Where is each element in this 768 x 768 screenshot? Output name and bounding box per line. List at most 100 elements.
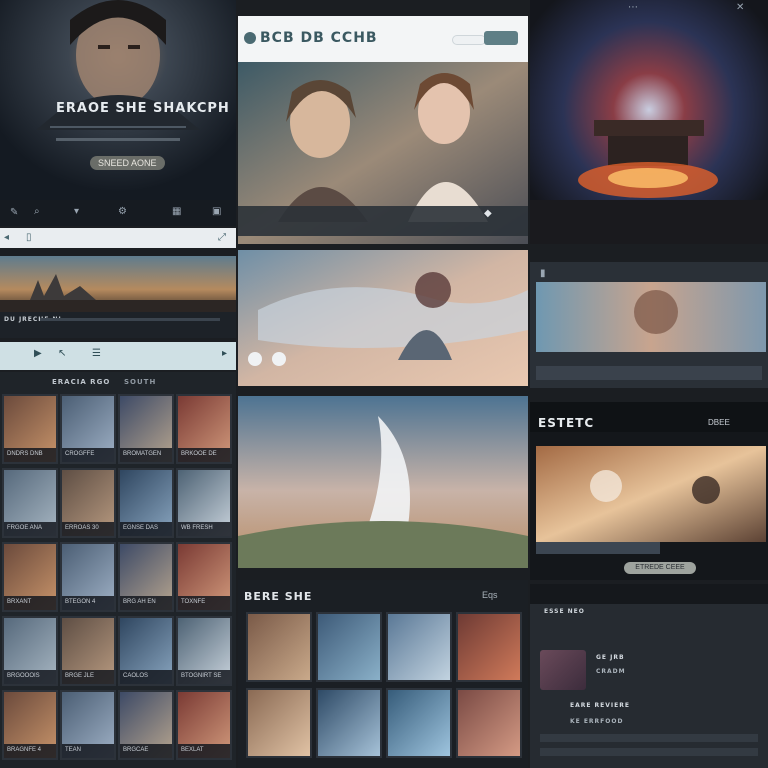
hero-divider [50,126,186,128]
gallery-header: ERACIA RGO [52,378,111,386]
gallery-thumb-caption: BRKOOE DE [178,448,230,462]
gallery-thumb-caption: FRGOE ANA [4,522,56,536]
toggle-left-icon[interactable] [248,352,262,366]
battle-image [530,0,768,244]
sky-figure-image [238,250,528,386]
promo-card: ESTETC DBEE ETREDE CEEE [530,402,768,580]
brand-mark-icon: ◆ [484,208,492,219]
gallery-thumb[interactable]: BRKOOE DE [176,394,232,464]
profile-line-2: CRADM [596,668,626,675]
right-wide-card: ▮ [530,262,768,388]
right-wide-caption-bar [536,366,762,380]
toggle-right-icon[interactable] [272,352,286,366]
gallery-thumb-caption: BTOGNIRT SE [178,670,230,684]
gallery-thumb-caption: BRGCAE [120,744,172,758]
gallery-grid: ERACIA RGO SOUTH DNDRS DNB CROGFFE BROMATG… [0,372,236,768]
bottom-gallery-thumb[interactable] [456,688,522,758]
sky-large-card [238,396,528,568]
gallery-thumb-caption: TOXNFE [178,596,230,610]
hero-cta-button[interactable]: SNEED AONE [90,156,165,170]
profile-line-3: EARE REVIERE [570,702,630,709]
gallery-subheader: SOUTH [124,378,157,386]
bottom-gallery-thumb[interactable] [386,688,452,758]
hero-subtext [56,138,180,141]
bottom-gallery-thumb[interactable] [246,688,312,758]
gallery-thumb[interactable]: BROMATGEN [118,394,174,464]
gallery-thumb[interactable]: BRGOOOIS [2,616,58,686]
bottom-gallery-thumb[interactable] [316,612,382,682]
grid-icon[interactable]: ▦ [172,206,181,217]
back-icon[interactable]: ◂ [4,232,9,243]
promo-image [536,446,766,542]
gallery-thumb[interactable]: BTOGNIRT SE [176,616,232,686]
bottom-gallery: BERE SHE Eqs [238,580,528,768]
gallery-thumb[interactable]: WB FRESH [176,468,232,538]
gallery-thumb[interactable]: TOXNFE [176,542,232,612]
settings-icon[interactable]: ⚙ [118,206,127,217]
gallery-thumb-caption: BRGOOOIS [4,670,56,684]
cursor-icon[interactable]: ↖ [58,348,66,359]
promo-cta-button[interactable]: ETREDE CEEE [624,562,696,574]
bottom-gallery-thumb[interactable] [316,688,382,758]
bottom-gallery-thumb[interactable] [456,612,522,682]
gallery-thumb[interactable]: BEXLAT [176,690,232,760]
gallery-thumb[interactable]: BRAGNFE 4 [2,690,58,760]
gallery-thumb[interactable]: BRG AH EN [118,542,174,612]
profile-row-2 [540,748,758,756]
expand-icon[interactable]: ⤢ [218,232,226,243]
gallery-thumb[interactable]: BRXANT [2,542,58,612]
profile-avatar [540,650,586,690]
gallery-thumb[interactable]: BRGCAE [118,690,174,760]
hero-footer-strip: ◂ ▯ ⤢ [0,228,236,248]
nav-right-icon[interactable]: ▸ [222,348,227,359]
profile-line-4: KE ERRFOOD [570,718,624,725]
landscape-image [0,256,236,312]
play-icon[interactable]: ▶ [34,348,42,359]
gallery-thumb[interactable]: BTEGON 4 [60,542,116,612]
header-action-button[interactable] [484,31,518,45]
profile-topbar [530,584,768,604]
logo-icon [244,32,256,44]
card-menu-icon[interactable]: ▮ [540,268,546,279]
search-input[interactable] [452,35,486,45]
gallery-thumb-caption: WB FRESH [178,522,230,536]
bottom-gallery-menu[interactable]: Eqs [482,590,498,600]
image-icon[interactable]: ▣ [212,206,221,217]
filter-icon[interactable]: ▾ [74,206,79,217]
bottom-gallery-thumb[interactable] [246,612,312,682]
gallery-thumb-caption: CAOLOS [120,670,172,684]
site-logo: BCB DB CCHB [260,30,378,46]
profile-panel: ESSE NEO GE JRB CRADM EARE REVIERE KE ER… [530,584,768,768]
gallery-thumb[interactable]: EGNSE DAS [118,468,174,538]
gallery-thumb-caption: BEXLAT [178,744,230,758]
gallery-thumb-caption: BRG AH EN [120,596,172,610]
landscape-banner-card: DU JRECHE NI [0,256,236,338]
gallery-thumb[interactable]: ERROAS 30 [60,468,116,538]
gallery-thumb[interactable]: DNDRS DNB [2,394,58,464]
profile-line-1: GE JRB [596,654,625,661]
right-wide-image [536,282,766,352]
page-icon[interactable]: ▯ [26,232,32,243]
gallery-thumb[interactable]: FRGOE ANA [2,468,58,538]
gallery-thumb-caption: BRAGNFE 4 [4,744,56,758]
profile-heading: ESSE NEO [544,608,585,615]
profile-row-1 [540,734,758,742]
bottom-gallery-title: BERE SHE [244,590,313,603]
gallery-thumb-caption: BTEGON 4 [62,596,114,610]
hero-title: ERAOE SHE SHAKCPH [56,101,230,116]
promo-caption-bar [536,542,660,554]
gallery-thumb-caption: DNDRS DNB [4,448,56,462]
gallery-thumb[interactable]: CROGFFE [60,394,116,464]
promo-nav-right[interactable]: DBEE [708,418,730,427]
menu-icon[interactable]: ⋯ [628,2,638,13]
search-icon[interactable]: ⌕ [34,206,40,217]
tools-icon[interactable]: ☰ [92,348,101,359]
promo-title: ESTETC [538,416,595,430]
close-icon[interactable]: ✕ [736,2,744,13]
gallery-thumb[interactable]: TEAN [60,690,116,760]
bottom-gallery-thumb[interactable] [386,612,452,682]
gallery-thumb[interactable]: CAOLOS [118,616,174,686]
edit-icon[interactable]: ✎ [10,207,18,218]
gallery-thumb[interactable]: BRGE JLE [60,616,116,686]
gallery-thumb-caption: BRGE JLE [62,670,114,684]
